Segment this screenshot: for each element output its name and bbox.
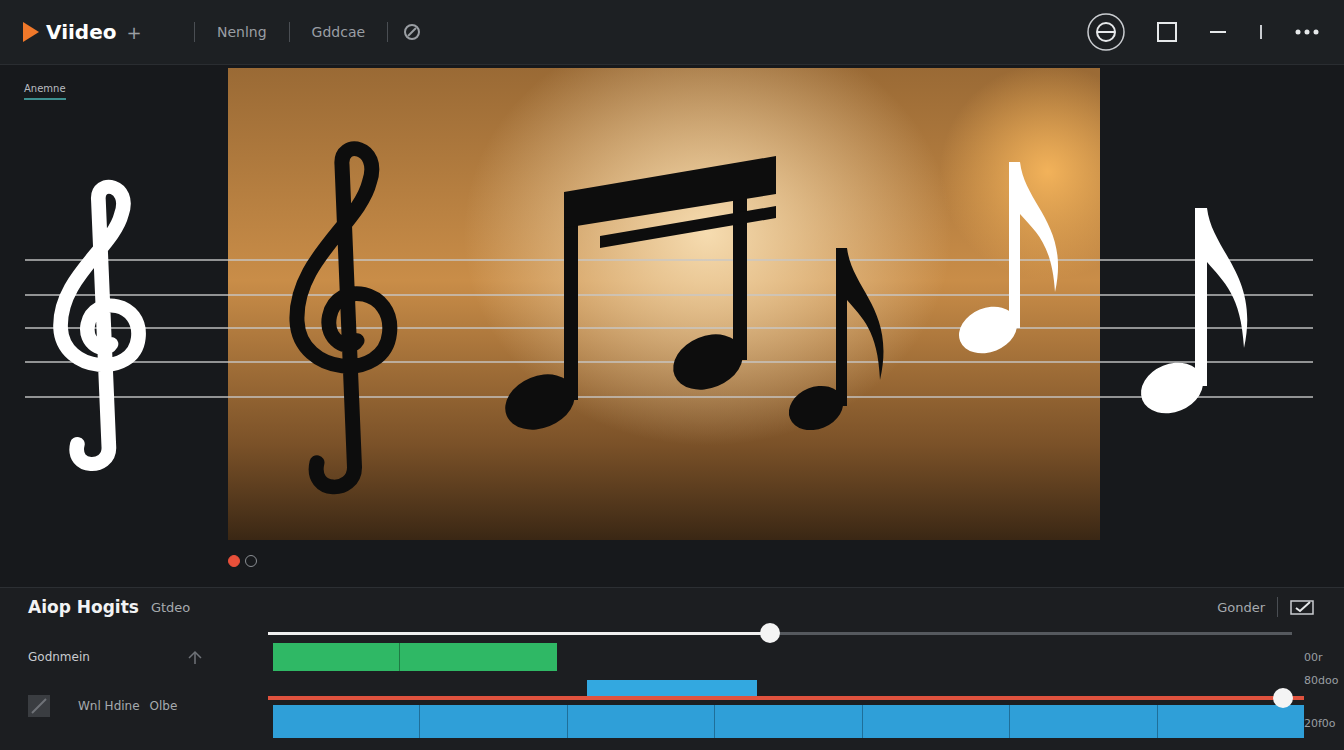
add-button[interactable]: + <box>126 22 141 43</box>
pager-dot[interactable] <box>228 555 240 567</box>
volume-slider[interactable] <box>268 696 1304 700</box>
preview-area <box>228 65 1100 587</box>
eighth-note-icon <box>782 248 883 438</box>
eighth-note-icon <box>952 162 1058 362</box>
track-reading: 80doo <box>1304 674 1338 687</box>
track-reading: 20f0o <box>1304 717 1336 730</box>
tab[interactable]: Gddcae <box>304 22 374 42</box>
scrubber-knob[interactable] <box>760 623 780 643</box>
video-clip[interactable] <box>273 643 557 671</box>
video-track: Godnmein 00r <box>0 640 1344 674</box>
timeline-panel: Aiop Hogits Gtdeo Gonder Godnmein 00r Wnl Hdi… <box>0 587 1344 750</box>
minimize-icon[interactable] <box>1208 22 1228 42</box>
eighth-note-icon <box>1133 208 1247 422</box>
track-readings: 00r <box>1304 651 1344 664</box>
scrubber-row <box>0 626 1344 640</box>
track-name: Wnl Hdine <box>78 699 140 713</box>
divider-icon <box>1258 22 1264 42</box>
audio-clip[interactable] <box>273 705 1304 738</box>
timeline-option[interactable]: Gonder <box>1217 600 1265 615</box>
arrow-up-icon[interactable] <box>186 648 204 666</box>
separator <box>289 22 290 42</box>
track-label: Godnmein <box>0 648 268 666</box>
maximize-icon[interactable] <box>1156 21 1178 43</box>
separator <box>194 22 195 42</box>
workspace: Anemne <box>0 65 1344 587</box>
separator <box>387 22 388 42</box>
checkbox-icon[interactable] <box>1290 598 1314 616</box>
pager <box>228 540 1100 567</box>
track-thumb-icon[interactable] <box>28 695 50 717</box>
timeline-header: Aiop Hogits Gtdeo Gonder <box>0 588 1344 626</box>
pager-dot[interactable] <box>245 555 257 567</box>
track-readings: 80doo 20f0o <box>1304 674 1344 738</box>
more-icon[interactable] <box>1294 27 1320 37</box>
play-logo-icon <box>22 21 40 43</box>
window-controls <box>1086 12 1320 52</box>
top-bar: Viideo + Nenlng Gddcae <box>0 0 1344 65</box>
treble-clef-icon <box>61 187 139 464</box>
track-reading: 00r <box>1304 651 1323 664</box>
playhead-scrubber[interactable] <box>268 632 1292 635</box>
track-label: Wnl Hdine Olbe <box>0 674 268 738</box>
timeline-title: Aiop Hogits <box>28 597 139 617</box>
track-name: Godnmein <box>28 650 176 664</box>
track-extra: Olbe <box>150 699 178 713</box>
zoom-icon[interactable] <box>1086 12 1126 52</box>
video-editor-window: Viideo + Nenlng Gddcae Anemne Aiop Hogits Gtde… <box>0 0 1344 750</box>
audio-track: Wnl Hdine Olbe 80doo 20f0o <box>0 674 1344 738</box>
separator <box>1277 597 1278 617</box>
video-frame <box>228 68 1100 540</box>
timeline-subtitle: Gtdeo <box>151 600 190 615</box>
tab[interactable]: Nenlng <box>209 22 275 42</box>
staff-lines <box>25 259 1313 398</box>
track-lane <box>268 674 1304 738</box>
treble-clef-icon <box>297 149 390 487</box>
music-notes-overlay <box>0 0 1344 750</box>
circle-icon[interactable] <box>402 22 422 42</box>
track-lane <box>268 640 1304 674</box>
audio-clip[interactable] <box>587 680 757 696</box>
brand: Viideo + <box>22 20 180 44</box>
beamed-notes-icon <box>497 156 776 440</box>
side-panel: Anemne <box>0 65 228 587</box>
side-panel-label[interactable]: Anemne <box>24 83 66 100</box>
app-title: Viideo <box>46 20 116 44</box>
